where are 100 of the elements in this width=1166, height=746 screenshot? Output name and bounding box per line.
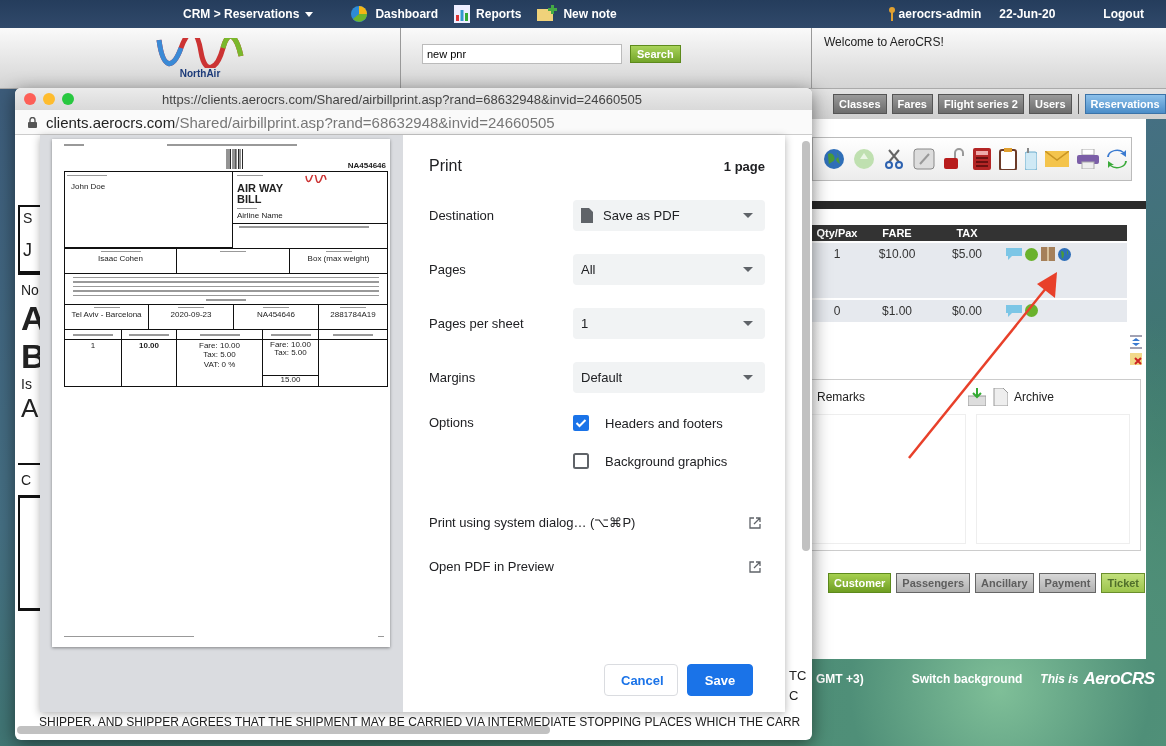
page-text: SHIPPER, AND SHIPPER AGREES THAT THE SHIPMENT MAY BE CARRIED VIA INTERMEDIATE STOPPING PLACES WHICH THE CARR <box>39 715 801 729</box>
table-cell-text: $0.00 <box>951 304 983 318</box>
text-line-mark <box>237 207 257 209</box>
search-field[interactable]: new pnr <box>422 44 622 64</box>
table-cell-text: $10.00 <box>877 247 917 261</box>
table-cell-text: 0 <box>832 304 842 318</box>
package-icon[interactable] <box>1041 247 1055 261</box>
status-dot-icon[interactable] <box>1025 304 1038 317</box>
nav-tab[interactable]: Classes <box>833 94 887 114</box>
text-line-mark <box>206 299 246 301</box>
delete-icon[interactable] <box>1130 353 1143 365</box>
page-text: J <box>23 241 33 259</box>
notepad-icon[interactable] <box>913 148 935 170</box>
table-cell: 10.00 <box>139 341 159 351</box>
expand-icon[interactable] <box>1129 335 1144 349</box>
nav-tab[interactable]: Users <box>1028 94 1072 114</box>
top-link[interactable]: New note <box>537 5 617 23</box>
field-value: Isaac Cohen <box>98 255 143 264</box>
timezone-text: GMT +3) <box>816 672 864 686</box>
calculator-icon[interactable] <box>973 148 991 170</box>
checkbox-icon[interactable] <box>573 415 589 431</box>
external-link-icon[interactable] <box>749 560 761 573</box>
airline-name: Airline Name <box>237 211 284 220</box>
dialog-link[interactable]: Open PDF in Preview <box>429 559 554 574</box>
page-text: Is <box>21 377 33 391</box>
setting-label: Margins <box>429 369 477 385</box>
dialog-link[interactable]: Print using system dialog… (⌥⌘P) <box>429 515 636 530</box>
scrollbar-thumb[interactable] <box>17 726 550 734</box>
field-value: Tel Aviv - Barcelona <box>71 311 142 320</box>
text-line-mark <box>237 174 263 176</box>
status-dot-icon[interactable] <box>1025 247 1038 261</box>
column-header: Qty/Pax <box>815 227 859 239</box>
option-checkbox[interactable]: Headers and footers <box>573 415 728 431</box>
select-field[interactable]: All <box>573 253 765 285</box>
document-icon <box>581 207 593 223</box>
inbox-download-icon[interactable] <box>968 388 986 406</box>
text-line-mark <box>220 250 246 252</box>
setting-label: Destination <box>429 207 496 223</box>
close-icon[interactable] <box>24 93 36 105</box>
text-line-mark <box>93 306 120 308</box>
note-add-icon <box>537 5 558 23</box>
page-text: C <box>789 688 800 703</box>
airbill-title: AIR WAY BILL <box>237 182 284 205</box>
nav-tab[interactable]: Flight series 2 <box>937 94 1024 114</box>
table-cell: Fare: 10.00 <box>199 341 240 351</box>
text-line-mark <box>64 144 84 146</box>
checkbox-icon[interactable] <box>573 453 589 469</box>
pie-chart-icon <box>349 5 370 23</box>
mobile-phone-icon[interactable] <box>1025 148 1037 170</box>
external-link-icon[interactable] <box>749 516 761 529</box>
scrollbar-thumb[interactable] <box>802 141 810 551</box>
field-value: Box (max weight) <box>307 255 370 264</box>
brand-prefix: This is <box>1040 672 1079 686</box>
save-button[interactable]: Save <box>687 664 753 696</box>
dialog-title: Print <box>429 157 462 175</box>
top-link[interactable]: Reports <box>454 5 522 23</box>
caret-icon <box>743 374 753 380</box>
text-line-mark <box>67 174 107 176</box>
user-name[interactable]: aerocrs-admin <box>898 7 982 21</box>
printer-icon[interactable] <box>1077 149 1099 169</box>
padlock-icon[interactable] <box>943 148 965 170</box>
zoom-icon[interactable] <box>62 93 74 105</box>
field-value: 2881784A19 <box>330 311 376 320</box>
table-cell-text: 1 <box>832 247 842 261</box>
crm-menu[interactable]: CRM > Reservations <box>183 7 314 21</box>
page-text: No <box>21 283 40 297</box>
clipboard-icon[interactable] <box>999 148 1017 170</box>
archive-label: Archive <box>1014 390 1054 404</box>
page-text: S <box>23 211 34 225</box>
bar-chart-icon <box>454 5 471 23</box>
column-header: TAX <box>955 227 979 239</box>
caret-icon <box>743 212 753 218</box>
document-icon[interactable] <box>992 388 1008 406</box>
field-value: NA454646 <box>257 311 295 320</box>
field-value: 2020-09-23 <box>170 311 212 320</box>
barcode-icon <box>226 148 244 169</box>
option-checkbox[interactable]: Background graphics <box>573 453 728 469</box>
globe-icon[interactable] <box>1058 247 1071 261</box>
text-line-mark <box>100 250 141 252</box>
select-field[interactable]: Default <box>573 361 765 393</box>
scissors-icon[interactable] <box>883 148 905 170</box>
page-text: TC <box>789 668 807 683</box>
window-title: https://clients.aerocrs.com/Shared/airbillprint.asp?rand=68632948&invid=24660505 <box>162 91 642 107</box>
text-line-mark <box>340 306 366 308</box>
table-cell: Fare: 10.00 <box>270 340 311 350</box>
page-text: C <box>21 473 33 487</box>
brand-logo: AeroCRS <box>1083 669 1155 689</box>
text-line-mark <box>333 334 373 336</box>
caret-icon <box>743 320 753 326</box>
text-line-mark <box>270 334 311 336</box>
select-field[interactable]: 1 <box>573 307 765 339</box>
globe-icon[interactable] <box>823 148 845 170</box>
text-line-mark <box>325 250 352 252</box>
nav-tab[interactable]: Fares <box>891 94 933 114</box>
table-cell-text: $5.00 <box>951 247 983 261</box>
cancel-button[interactable]: Cancel <box>604 664 678 696</box>
sync-arrows-icon[interactable] <box>1107 148 1127 170</box>
logout-link[interactable]: Logout <box>1103 7 1144 21</box>
select-field[interactable]: Save as PDF <box>573 199 765 231</box>
top-link[interactable]: Dashboard <box>349 5 439 23</box>
